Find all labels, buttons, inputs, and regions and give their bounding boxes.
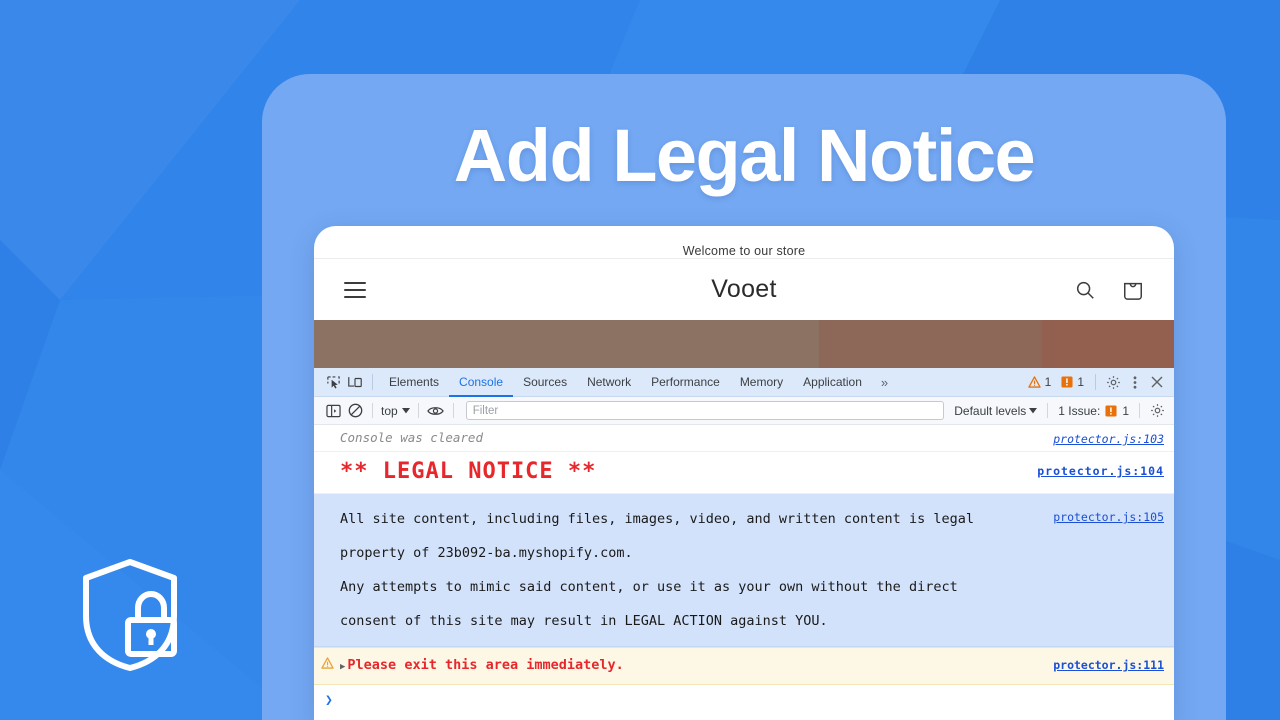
warning-count-badge[interactable]: 1: [1023, 375, 1057, 389]
issue-count-badge[interactable]: 1: [1056, 375, 1089, 389]
tab-sources[interactable]: Sources: [513, 368, 577, 397]
source-link[interactable]: protector.js:111: [1053, 652, 1164, 678]
tab-elements[interactable]: Elements: [379, 368, 449, 397]
chevron-down-icon: [1029, 407, 1038, 413]
hero-panel-2: [819, 320, 1042, 368]
console-log-list: Console was cleared protector.js:103 ** …: [314, 425, 1174, 708]
close-icon[interactable]: [1146, 371, 1168, 393]
live-expression-eye-icon[interactable]: [425, 400, 447, 422]
search-icon[interactable]: [1074, 279, 1096, 301]
devtools-panel: Elements Console Sources Network Perform…: [314, 368, 1174, 708]
execution-context-select[interactable]: top: [379, 404, 412, 418]
issue-square-icon: [1105, 404, 1117, 417]
source-link[interactable]: protector.js:103: [1053, 429, 1164, 449]
source-link[interactable]: protector.js:105: [1053, 500, 1164, 534]
browser-window: Welcome to our store Vooet Elements Cons…: [314, 226, 1174, 720]
toolbar-divider: [372, 374, 373, 390]
shopping-bag-icon[interactable]: [1122, 278, 1144, 302]
console-message: Console was cleared: [340, 430, 483, 445]
console-sidebar-icon[interactable]: [322, 400, 344, 422]
tab-application[interactable]: Application: [793, 368, 872, 397]
tab-console[interactable]: Console: [449, 368, 513, 397]
hero-panel-3: [1042, 320, 1174, 368]
console-message: Please exit this area immediately.: [347, 657, 624, 673]
tab-memory[interactable]: Memory: [730, 368, 793, 397]
toolbar-divider-6: [1047, 403, 1049, 418]
device-toolbar-icon[interactable]: [344, 371, 366, 393]
gear-icon[interactable]: [1102, 371, 1124, 393]
console-row-legal-title: ** LEGAL NOTICE ** protector.js:104: [314, 452, 1174, 494]
page-title: Add Legal Notice: [453, 114, 1036, 197]
hero-banner: [314, 320, 1174, 368]
warning-triangle-icon: [1027, 376, 1041, 388]
inspect-element-icon[interactable]: [322, 371, 344, 393]
more-tabs-icon[interactable]: »: [872, 375, 896, 390]
toolbar-divider-7: [1139, 403, 1140, 418]
slide-canvas: Add Legal Notice Welcome to our store Vo…: [0, 0, 1280, 720]
filter-input[interactable]: [465, 401, 945, 420]
hamburger-menu-icon[interactable]: [344, 277, 366, 303]
toolbar-divider-5: [452, 403, 454, 418]
announcement-bar: Welcome to our store: [682, 244, 806, 258]
chevron-down-icon: [401, 407, 410, 413]
prompt-caret-icon: ❯: [325, 693, 333, 708]
toolbar-divider-3: [372, 403, 373, 418]
issues-summary[interactable]: 1 Issue: 1: [1054, 404, 1133, 418]
source-link[interactable]: protector.js:104: [1037, 456, 1164, 486]
console-message-line: Any attempts to mimic said content, or u…: [340, 579, 958, 595]
console-row-legal-body: All site content, including files, image…: [314, 494, 1174, 647]
console-row-cleared: Console was cleared protector.js:103: [314, 425, 1174, 452]
issue-square-icon: [1061, 376, 1073, 388]
kebab-menu-icon[interactable]: [1124, 371, 1146, 393]
toolbar-divider-2: [1095, 374, 1096, 390]
store-header: Vooet: [314, 258, 1174, 320]
issues-label: 1 Issue:: [1058, 403, 1101, 418]
warning-count: 1: [1044, 375, 1052, 389]
warning-triangle-icon: [321, 657, 334, 669]
console-row-warning: ▶ Please exit this area immediately. prot…: [314, 647, 1174, 685]
gear-icon[interactable]: [1146, 400, 1168, 422]
execution-context-value: top: [381, 403, 398, 418]
tab-performance[interactable]: Performance: [641, 368, 730, 397]
console-toolbar: top Default levels 1: [314, 397, 1174, 425]
console-message: ** LEGAL NOTICE **: [340, 459, 597, 484]
toolbar-divider-4: [417, 403, 419, 418]
hero-panel-1: [314, 320, 819, 368]
clear-console-icon[interactable]: [344, 400, 366, 422]
issue-count: 1: [1077, 375, 1084, 389]
issues-count: 1: [1122, 403, 1129, 418]
console-prompt-row[interactable]: ❯: [314, 685, 1174, 708]
console-message-line: consent of this site may result in LEGAL…: [340, 613, 828, 629]
log-levels-label: Default levels: [954, 403, 1027, 418]
store-name: Vooet: [711, 275, 777, 303]
devtools-tabbar: Elements Console Sources Network Perform…: [314, 368, 1174, 397]
log-levels-select[interactable]: Default levels: [950, 404, 1041, 418]
shield-lock-icon: [83, 559, 177, 671]
expand-arrow-icon[interactable]: ▶: [340, 662, 345, 672]
console-message-line: property of 23b092-ba.myshopify.com.: [340, 545, 633, 561]
console-message-line: All site content, including files, image…: [340, 511, 974, 527]
tab-network[interactable]: Network: [577, 368, 641, 397]
